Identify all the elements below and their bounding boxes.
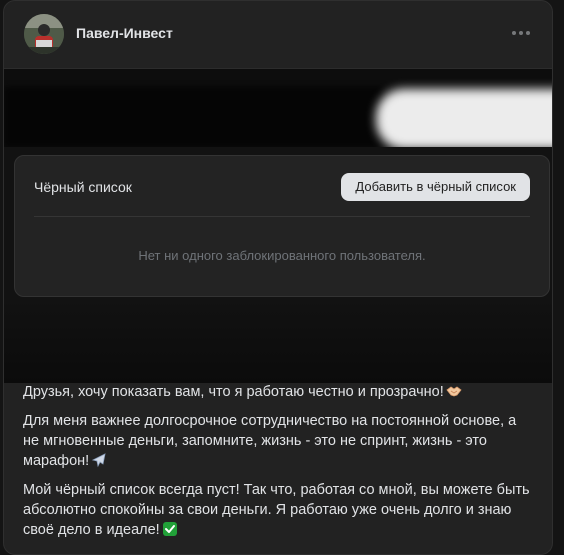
blacklist-panel: Чёрный список Добавить в чёрный список Н… xyxy=(14,155,550,297)
page: Павел-Инвест Чёрный список Добавить в чё… xyxy=(0,0,564,555)
add-to-blacklist-button[interactable]: Добавить в чёрный список xyxy=(341,173,530,201)
paragraph-text: Мой чёрный список всегда пуст! Так что, … xyxy=(23,482,530,538)
post-text: Друзья, хочу показать вам, что я работаю… xyxy=(23,382,533,549)
empty-state-text: Нет ни одного заблокированного пользоват… xyxy=(138,248,426,263)
blurred-area xyxy=(376,89,552,147)
avatar[interactable] xyxy=(24,14,64,54)
post-paragraph: Для меня важнее долгосрочное сотрудничес… xyxy=(23,411,533,471)
post-paragraph: Друзья, хочу показать вам, что я работаю… xyxy=(23,382,533,402)
post-card: Павел-Инвест Чёрный список Добавить в чё… xyxy=(3,0,553,555)
blurred-area xyxy=(4,87,384,147)
handshake-icon xyxy=(446,383,462,399)
divider xyxy=(34,216,530,217)
more-horizontal-icon[interactable] xyxy=(510,23,532,43)
screenshot-fade xyxy=(4,297,552,383)
post-header: Павел-Инвест xyxy=(4,1,552,69)
airplane-icon xyxy=(91,452,107,468)
blacklist-title: Чёрный список xyxy=(34,179,132,195)
paragraph-text: Друзья, хочу показать вам, что я работаю… xyxy=(23,384,444,400)
attached-image-top[interactable] xyxy=(4,69,552,147)
check-mark-icon xyxy=(162,521,178,537)
avatar-photo xyxy=(24,14,64,54)
author-name[interactable]: Павел-Инвест xyxy=(76,25,173,41)
post-paragraph: Мой чёрный список всегда пуст! Так что, … xyxy=(23,480,533,540)
